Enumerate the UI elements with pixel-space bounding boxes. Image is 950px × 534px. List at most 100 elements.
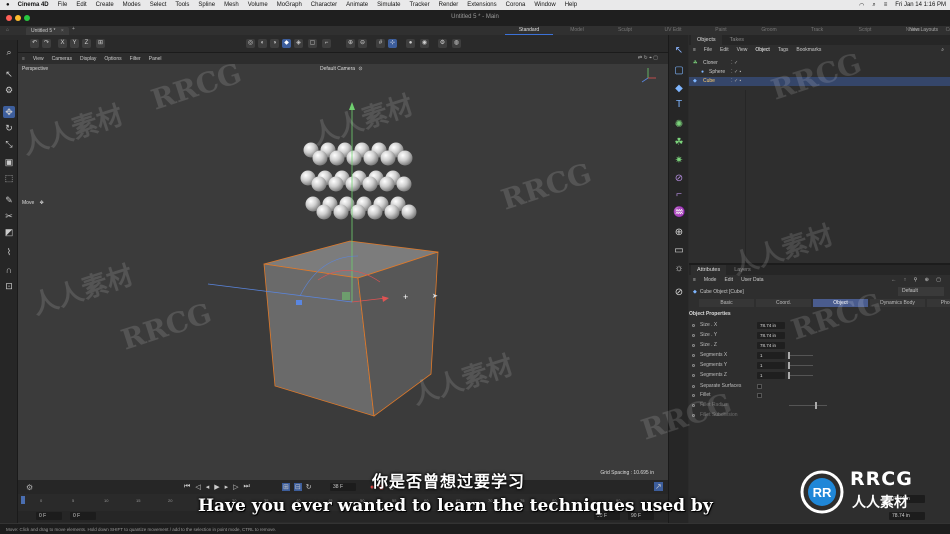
object-row-cloner[interactable]: ☘ Cloner ⁚ ✓ (689, 59, 950, 68)
objects-menu-object[interactable]: Object (755, 47, 769, 53)
spline-icon[interactable]: ⌐ (673, 189, 685, 201)
animate-dot-icon[interactable] (692, 354, 695, 357)
text-spline-icon[interactable]: T (673, 99, 685, 111)
autokey-icon[interactable]: ⊞ (282, 483, 290, 491)
menu-edit[interactable]: Edit (76, 2, 86, 8)
rotate-tool-icon[interactable]: ↻ (3, 122, 15, 134)
objects-menu-file[interactable]: File (704, 47, 712, 53)
property-slider[interactable] (789, 402, 827, 409)
render-picture-viewer-icon[interactable]: ◉ (420, 39, 429, 48)
menu-volume[interactable]: Volume (248, 2, 268, 8)
objects-menu-edit[interactable]: Edit (720, 47, 729, 53)
start-frame-field[interactable]: 0 F (36, 512, 62, 520)
animate-dot-icon[interactable] (692, 414, 695, 417)
snap-icon[interactable]: ⌐ (322, 39, 331, 48)
property-value-field[interactable]: 78.74 in (757, 322, 785, 329)
coordinate-system-icon[interactable]: ⊞ (96, 39, 105, 48)
enable-axis-icon[interactable]: ⊕ (346, 39, 355, 48)
property-row[interactable]: Size . Y 78.74 in (689, 331, 950, 340)
previous-frame-icon[interactable]: ◂ (206, 483, 210, 491)
close-tab-icon[interactable]: × (61, 28, 64, 34)
slider-knob[interactable] (815, 402, 817, 409)
layout-uv-edit[interactable]: UV Edit (649, 26, 697, 35)
animate-dot-icon[interactable] (692, 344, 695, 347)
property-row[interactable]: Segments X 1 (689, 351, 950, 360)
property-value-field[interactable]: 1 (757, 352, 785, 359)
attributes-nav-icons[interactable]: ← ↑ ⚲ ⊕ ▢ (891, 277, 944, 283)
timeline-panel-icon[interactable]: ↗ (654, 482, 663, 491)
search-tool-icon[interactable]: ⌕ (3, 46, 15, 58)
edit-render-settings-icon[interactable]: ⚙ (438, 39, 447, 48)
extrude-tool-icon[interactable]: ⬚ (3, 172, 15, 184)
viewport-nav-icons[interactable]: ⇄ ↻ ⌖ ▢ (638, 55, 658, 61)
animate-dot-icon[interactable] (692, 374, 695, 377)
home-icon[interactable]: ⌂ (6, 27, 9, 33)
previous-key-icon[interactable]: ◁ (195, 483, 200, 491)
property-row[interactable]: Separate Surfaces (689, 382, 950, 391)
menu-spline[interactable]: Spline (198, 2, 215, 8)
subtab-phong[interactable]: Phong (927, 299, 950, 307)
viewport-options-icon[interactable]: ≡ (22, 56, 25, 62)
next-frame-icon[interactable]: ▸ (225, 483, 229, 491)
viewport[interactable]: Perspective Default Camera ⊙ Move ✥ + ➤ … (18, 64, 668, 480)
objects-search-icon[interactable]: ⌕ (941, 47, 944, 53)
wifi-icon[interactable]: ◠ (859, 2, 864, 9)
cursor-tool-icon[interactable]: ↖ (673, 45, 685, 57)
cube-object[interactable] (263, 240, 439, 417)
field-icon[interactable]: ⊘ (673, 173, 685, 185)
subtab-coord[interactable]: Coord. (756, 299, 811, 307)
light-icon[interactable]: ☼ (673, 263, 685, 275)
menu-modes[interactable]: Modes (123, 2, 141, 8)
keyframe-mode-icon[interactable]: ⊟ (293, 483, 302, 491)
visibility-dots[interactable]: ⁚ ✓ (731, 59, 738, 68)
uv-mode-icon[interactable]: ◈ (294, 39, 303, 48)
menu-file[interactable]: File (58, 2, 68, 8)
quantize-icon[interactable]: ⊹ (388, 39, 397, 48)
animate-dot-icon[interactable] (692, 334, 695, 337)
property-checkbox[interactable] (757, 393, 762, 398)
visibility-dots[interactable]: ⁚ ✓ ▪ (731, 68, 741, 77)
paint-tool-icon[interactable]: ✎ (3, 194, 15, 206)
brush-tool-icon[interactable]: ⌇ (3, 246, 15, 258)
viewport-menu-cameras[interactable]: Cameras (52, 56, 72, 62)
locked-workplane-icon[interactable]: ⊖ (358, 39, 367, 48)
grid-snap-icon[interactable]: # (376, 39, 385, 48)
menu-corona[interactable]: Corona (506, 2, 526, 8)
layout-track[interactable]: Track (793, 26, 841, 35)
visibility-dots[interactable]: ⁚ ✓ ▪ (731, 77, 741, 86)
property-value-field[interactable]: 1 (757, 372, 785, 379)
next-key-icon[interactable]: ▷ (233, 483, 238, 491)
property-row[interactable]: Size . Z 78.74 in (689, 341, 950, 350)
tab-layers[interactable]: Layers (728, 265, 757, 275)
cube-primitive-icon[interactable]: ◆ (673, 83, 685, 95)
menu-character[interactable]: Character (311, 2, 337, 8)
menu-animate[interactable]: Animate (346, 2, 368, 8)
property-row[interactable]: Fillet Radius (689, 401, 950, 410)
viewport-menu-view[interactable]: View (33, 56, 44, 62)
object-icon[interactable]: ▢ (673, 65, 685, 77)
layout-standard[interactable]: Standard (505, 26, 553, 35)
property-slider[interactable] (788, 372, 813, 379)
workplane-tool-icon[interactable]: ⊡ (3, 280, 15, 292)
new-layouts-dropdown[interactable]: New Layouts (909, 26, 938, 35)
objects-menu-view[interactable]: View (737, 47, 748, 53)
globe-icon[interactable]: ⊕ (673, 227, 685, 239)
timeline-settings-icon[interactable]: ⚙ (26, 483, 33, 492)
min-frame-field[interactable]: 0 F (70, 512, 96, 520)
move-tool-icon[interactable]: ✥ (3, 106, 15, 118)
objects-menu-icon[interactable]: ≡ (693, 47, 696, 53)
attributes-menu-user-data[interactable]: User Data (741, 277, 764, 283)
volume-icon[interactable]: ♒ (673, 207, 685, 219)
tab-takes[interactable]: Takes (724, 35, 750, 45)
cloner-icon[interactable]: ☘ (673, 137, 685, 149)
subtab-object[interactable]: Object (813, 299, 868, 307)
playhead[interactable] (21, 496, 25, 504)
menu-mograph[interactable]: MoGraph (277, 2, 302, 8)
undo-icon[interactable]: ↶ (30, 39, 39, 48)
property-checkbox[interactable] (757, 384, 762, 389)
menu-window[interactable]: Window (534, 2, 555, 8)
menu-mesh[interactable]: Mesh (224, 2, 239, 8)
solo-icon[interactable]: ▢ (308, 39, 317, 48)
go-to-end-icon[interactable]: ⏭ (244, 483, 250, 491)
render-settings-icon[interactable]: ◍ (452, 39, 461, 48)
